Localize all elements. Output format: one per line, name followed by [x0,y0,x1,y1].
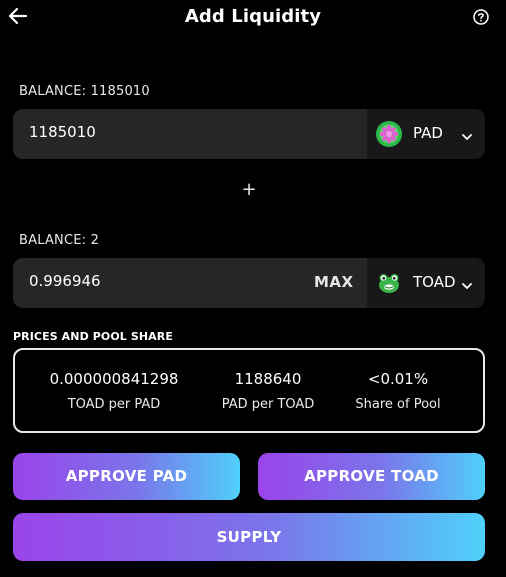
token-a-amount-input[interactable] [29,123,289,141]
token-a-symbol: PAD [413,124,443,142]
pool-value: 1188640 [234,370,302,388]
token-a-field: PAD [13,109,485,159]
chevron-down-icon [461,277,473,289]
balance-label-toad: BALANCE: 2 [19,233,100,248]
pool-caption: Share of Pool [355,397,441,412]
token-b-amount-input[interactable] [29,272,289,290]
header: Add Liquidity [0,0,506,36]
pool-share-box: 0.000000841298 TOAD per PAD 1188640 PAD … [13,348,485,433]
token-b-symbol: TOAD [413,273,456,291]
pad-token-icon [376,121,402,147]
max-button[interactable]: MAX [314,273,354,291]
approve-pad-button[interactable]: APPROVE PAD [13,453,240,500]
help-icon[interactable] [472,8,490,26]
pool-share-of-pool: <0.01% Share of Pool [338,350,458,431]
pool-section-label: PRICES AND POOL SHARE [13,330,173,343]
pool-caption: PAD per TOAD [221,397,315,412]
supply-button[interactable]: SUPPLY [13,513,485,561]
chevron-down-icon [461,128,473,140]
token-b-selector[interactable]: TOAD [367,258,485,308]
token-b-field: MAX TOAD [13,258,485,308]
pool-caption: TOAD per PAD [67,397,161,412]
page-title: Add Liquidity [184,6,322,27]
pool-value: 0.000000841298 [49,370,179,388]
pool-value: <0.01% [367,370,429,388]
toad-token-icon [376,270,402,296]
plus-icon: + [241,179,257,200]
balance-label-pad: BALANCE: 1185010 [19,84,150,99]
token-a-selector[interactable]: PAD [367,109,485,159]
approve-toad-button[interactable]: APPROVE TOAD [258,453,485,500]
pool-price-pad-per-toad: 1188640 PAD per TOAD [198,350,338,431]
pool-price-toad-per-pad: 0.000000841298 TOAD per PAD [15,350,213,431]
